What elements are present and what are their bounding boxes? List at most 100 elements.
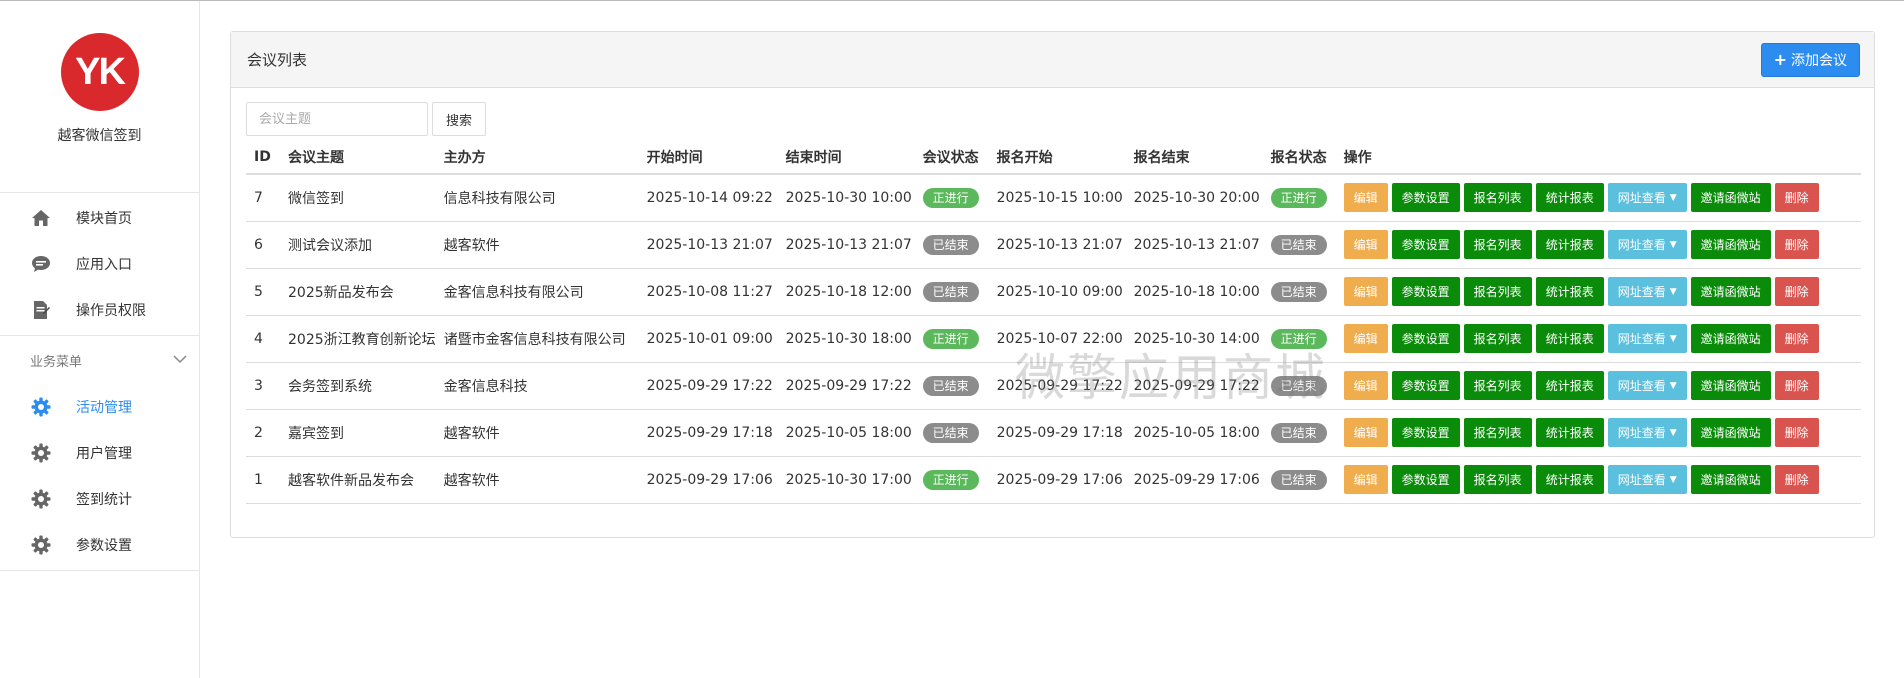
sidebar-item-operator-permissions[interactable]: 操作员权限 bbox=[0, 287, 199, 333]
add-meeting-button[interactable]: + 添加会议 bbox=[1760, 42, 1860, 77]
url-view-label: 网址查看 bbox=[1617, 473, 1666, 487]
cell-reg-status: 已结束 bbox=[1262, 221, 1336, 269]
param-settings-button[interactable]: 参数设置 bbox=[1391, 418, 1460, 447]
sidebar-business-menu: 活动管理 用户管理 签到统计 参数设置 bbox=[0, 384, 199, 571]
url-view-dropdown[interactable]: 网址查看 ▼ bbox=[1607, 465, 1687, 494]
cell-meeting-status: 正进行 bbox=[914, 174, 989, 222]
invitation-site-button[interactable]: 邀请函微站 bbox=[1690, 324, 1771, 353]
stats-report-button[interactable]: 统计报表 bbox=[1535, 324, 1604, 353]
invitation-site-button[interactable]: 邀请函微站 bbox=[1690, 230, 1771, 259]
delete-button[interactable]: 删除 bbox=[1774, 418, 1819, 447]
sidebar-item-event-management[interactable]: 活动管理 bbox=[0, 384, 199, 430]
search-button[interactable]: 搜索 bbox=[432, 102, 486, 136]
param-settings-button[interactable]: 参数设置 bbox=[1391, 371, 1460, 400]
registration-list-button[interactable]: 报名列表 bbox=[1463, 418, 1532, 447]
table-row: 2 嘉宾签到 越客软件 2025-09-29 17:18 2025-10-05 … bbox=[246, 409, 1861, 457]
cell-end-time: 2025-10-30 17:00 bbox=[777, 456, 915, 504]
edit-button[interactable]: 编辑 bbox=[1343, 465, 1388, 494]
cell-id: 2 bbox=[246, 409, 280, 457]
url-view-dropdown[interactable]: 网址查看 ▼ bbox=[1607, 230, 1687, 259]
search-bar: 搜索 bbox=[246, 102, 486, 136]
sidebar-item-app-entry[interactable]: 应用入口 bbox=[0, 241, 199, 287]
url-view-dropdown[interactable]: 网址查看 ▼ bbox=[1607, 183, 1687, 213]
table-row: 6 测试会议添加 越客软件 2025-10-13 21:07 2025-10-1… bbox=[246, 221, 1861, 269]
cell-host: 信息科技有限公司 bbox=[435, 174, 639, 222]
param-settings-button[interactable]: 参数设置 bbox=[1391, 465, 1460, 494]
cell-reg-end: 2025-10-13 21:07 bbox=[1125, 221, 1263, 269]
registration-list-button[interactable]: 报名列表 bbox=[1463, 277, 1532, 306]
cell-topic: 测试会议添加 bbox=[280, 221, 436, 269]
reg-status-badge: 正进行 bbox=[1270, 187, 1327, 208]
delete-button[interactable]: 删除 bbox=[1774, 324, 1819, 353]
invitation-site-button[interactable]: 邀请函微站 bbox=[1690, 371, 1771, 400]
stats-report-button[interactable]: 统计报表 bbox=[1535, 230, 1604, 259]
delete-button[interactable]: 删除 bbox=[1774, 277, 1819, 306]
stats-report-button[interactable]: 统计报表 bbox=[1535, 183, 1604, 213]
edit-button[interactable]: 编辑 bbox=[1343, 418, 1388, 447]
stats-report-button[interactable]: 统计报表 bbox=[1535, 371, 1604, 400]
caret-down-icon: ▼ bbox=[1669, 427, 1677, 438]
cell-actions: 编辑 参数设置 报名列表 统计报表 网址查看 ▼ 邀请函微站 删除 bbox=[1335, 268, 1861, 316]
invitation-site-button[interactable]: 邀请函微站 bbox=[1690, 418, 1771, 447]
invitation-site-button[interactable]: 邀请函微站 bbox=[1690, 183, 1771, 213]
caret-down-icon: ▼ bbox=[1669, 380, 1677, 391]
edit-button[interactable]: 编辑 bbox=[1343, 324, 1388, 353]
edit-button[interactable]: 编辑 bbox=[1343, 183, 1388, 213]
cell-actions: 编辑 参数设置 报名列表 统计报表 网址查看 ▼ 邀请函微站 删除 bbox=[1335, 221, 1861, 269]
cell-reg-start: 2025-09-29 17:06 bbox=[988, 456, 1126, 504]
delete-button[interactable]: 删除 bbox=[1774, 183, 1819, 213]
home-icon bbox=[30, 207, 52, 229]
edit-button[interactable]: 编辑 bbox=[1343, 371, 1388, 400]
invitation-site-button[interactable]: 邀请函微站 bbox=[1690, 465, 1771, 494]
delete-button[interactable]: 删除 bbox=[1774, 230, 1819, 259]
url-view-dropdown[interactable]: 网址查看 ▼ bbox=[1607, 371, 1687, 400]
cell-actions: 编辑 参数设置 报名列表 统计报表 网址查看 ▼ 邀请函微站 删除 bbox=[1335, 409, 1861, 457]
sidebar-item-label: 签到统计 bbox=[76, 492, 132, 508]
delete-button[interactable]: 删除 bbox=[1774, 371, 1819, 400]
url-view-dropdown[interactable]: 网址查看 ▼ bbox=[1607, 277, 1687, 306]
registration-list-button[interactable]: 报名列表 bbox=[1463, 324, 1532, 353]
edit-button[interactable]: 编辑 bbox=[1343, 230, 1388, 259]
sidebar-item-user-management[interactable]: 用户管理 bbox=[0, 430, 199, 476]
param-settings-button[interactable]: 参数设置 bbox=[1391, 230, 1460, 259]
stats-report-button[interactable]: 统计报表 bbox=[1535, 277, 1604, 306]
url-view-dropdown[interactable]: 网址查看 ▼ bbox=[1607, 324, 1687, 353]
chat-bubble-icon bbox=[30, 253, 52, 275]
table-row: 7 微信签到 信息科技有限公司 2025-10-14 09:22 2025-10… bbox=[246, 174, 1861, 222]
meeting-list-panel: 会议列表 + 添加会议 搜索 ID 会议主题 主办方 开始时间 结束时间 会议状… bbox=[230, 31, 1875, 538]
param-settings-button[interactable]: 参数设置 bbox=[1391, 277, 1460, 306]
url-view-label: 网址查看 bbox=[1617, 379, 1666, 393]
edit-button[interactable]: 编辑 bbox=[1343, 277, 1388, 306]
cell-start-time: 2025-10-13 21:07 bbox=[638, 221, 778, 269]
registration-list-button[interactable]: 报名列表 bbox=[1463, 465, 1532, 494]
param-settings-button[interactable]: 参数设置 bbox=[1391, 183, 1460, 213]
column-header: 开始时间 bbox=[638, 140, 778, 175]
cell-topic: 会务签到系统 bbox=[280, 362, 436, 410]
sidebar-item-checkin-stats[interactable]: 签到统计 bbox=[0, 476, 199, 522]
sidebar-section-header[interactable]: 业务菜单 bbox=[0, 336, 199, 384]
cell-topic: 越客软件新品发布会 bbox=[280, 456, 436, 504]
section-title: 业务菜单 bbox=[30, 354, 83, 370]
cell-id: 5 bbox=[246, 268, 280, 316]
row-actions: 编辑 参数设置 报名列表 统计报表 网址查看 ▼ 邀请函微站 删除 bbox=[1343, 418, 1861, 447]
column-header: ID bbox=[246, 140, 280, 175]
sidebar: YK 越客微信签到 模块首页 应用入口 操作员权限 业务菜单 活动管理 用户管理… bbox=[0, 1, 200, 678]
invitation-site-button[interactable]: 邀请函微站 bbox=[1690, 277, 1771, 306]
stats-report-button[interactable]: 统计报表 bbox=[1535, 418, 1604, 447]
cell-end-time: 2025-10-13 21:07 bbox=[777, 221, 915, 269]
registration-list-button[interactable]: 报名列表 bbox=[1463, 183, 1532, 213]
sidebar-item-home[interactable]: 模块首页 bbox=[0, 195, 199, 241]
url-view-dropdown[interactable]: 网址查看 ▼ bbox=[1607, 418, 1687, 447]
delete-button[interactable]: 删除 bbox=[1774, 465, 1819, 494]
row-actions: 编辑 参数设置 报名列表 统计报表 网址查看 ▼ 邀请函微站 删除 bbox=[1343, 324, 1861, 353]
cell-reg-status: 已结束 bbox=[1262, 362, 1336, 410]
status-badge: 已结束 bbox=[922, 281, 979, 302]
param-settings-button[interactable]: 参数设置 bbox=[1391, 324, 1460, 353]
sidebar-item-param-settings[interactable]: 参数设置 bbox=[0, 522, 199, 568]
stats-report-button[interactable]: 统计报表 bbox=[1535, 465, 1604, 494]
gear-icon bbox=[30, 396, 52, 418]
registration-list-button[interactable]: 报名列表 bbox=[1463, 371, 1532, 400]
registration-list-button[interactable]: 报名列表 bbox=[1463, 230, 1532, 259]
search-input[interactable] bbox=[246, 102, 428, 136]
column-header: 会议状态 bbox=[914, 140, 989, 175]
